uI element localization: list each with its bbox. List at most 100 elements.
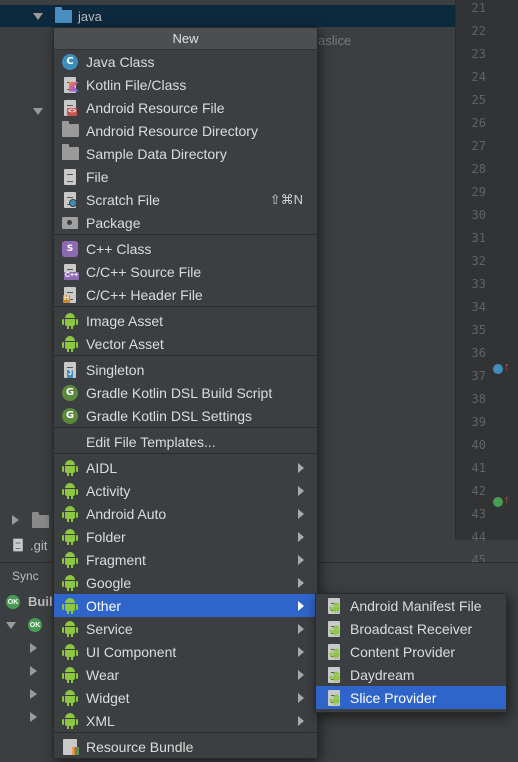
gradle-icon: G: [62, 407, 78, 424]
line-number: 35: [471, 323, 486, 337]
line-number: 33: [471, 277, 486, 291]
package-icon: [62, 216, 78, 229]
submenu-arrow-icon: [298, 463, 304, 473]
line-number: 41: [471, 461, 486, 475]
folder-icon: [32, 512, 49, 528]
menu-item-image-asset[interactable]: Image Asset: [54, 309, 317, 332]
tree-label-gitignore: .git: [30, 537, 48, 553]
android-icon: [62, 312, 78, 329]
menu-item-ui-component[interactable]: UI Component: [54, 640, 317, 663]
tree-row-java[interactable]: java: [0, 5, 455, 27]
submenu-item-daydream[interactable]: Daydream: [316, 663, 506, 686]
expand-arrow-icon[interactable]: [33, 12, 43, 20]
scratch-file-shortcut: ⇧⌘N: [269, 191, 303, 207]
new-menu-title: New: [54, 28, 317, 50]
menu-item-android-resource-directory[interactable]: Android Resource Directory: [54, 119, 317, 142]
implementation-marker-icon[interactable]: [493, 364, 503, 374]
expand-arrow-icon[interactable]: [6, 622, 16, 629]
menu-item-folder[interactable]: Folder: [54, 525, 317, 548]
menu-item-service[interactable]: Service: [54, 617, 317, 640]
menu-item-other[interactable]: Other: [54, 594, 317, 617]
menu-item-google[interactable]: Google: [54, 571, 317, 594]
line-number: 43: [471, 507, 486, 521]
submenu-item-content-provider[interactable]: Content Provider: [316, 640, 506, 663]
submenu-item-slice-provider[interactable]: Slice Provider: [316, 686, 506, 709]
java-class-icon: C: [62, 53, 78, 70]
line-number: 21: [471, 1, 486, 15]
menu-item-xml[interactable]: XML: [54, 709, 317, 732]
cpp-class-icon: S: [62, 240, 78, 257]
submenu-item-broadcast-receiver[interactable]: Broadcast Receiver: [316, 617, 506, 640]
menu-item-singleton[interactable]: J Singleton: [54, 358, 317, 381]
file-icon: [64, 168, 76, 185]
submenu-arrow-icon: [298, 555, 304, 565]
menu-item-android-resource-file[interactable]: <> Android Resource File: [54, 96, 317, 119]
menu-item-gradle-settings[interactable]: G Gradle Kotlin DSL Settings: [54, 404, 317, 427]
build-label: Buil: [28, 594, 53, 609]
source-folder-icon: [55, 6, 72, 23]
menu-item-fragment[interactable]: Fragment: [54, 548, 317, 571]
menu-item-vector-asset[interactable]: Vector Asset: [54, 332, 317, 355]
override-arrow-icon[interactable]: ↑: [504, 361, 510, 373]
override-arrow-icon[interactable]: ↑: [504, 494, 510, 506]
kotlin-logo-icon: [69, 81, 79, 92]
menu-item-aidl[interactable]: AIDL: [54, 456, 317, 479]
menu-item-activity[interactable]: Activity: [54, 479, 317, 502]
line-number: 30: [471, 208, 486, 222]
line-number: 28: [471, 162, 486, 176]
submenu-arrow-icon: [298, 647, 304, 657]
submenu-arrow-icon: [298, 693, 304, 703]
menu-item-edit-file-templates[interactable]: Edit File Templates...: [54, 430, 317, 453]
android-icon: [62, 597, 78, 614]
menu-item-scratch-file[interactable]: Scratch File ⇧⌘N: [54, 188, 317, 211]
collapse-arrow-icon[interactable]: [12, 515, 19, 525]
folder-icon: [61, 144, 79, 160]
submenu-arrow-icon: [298, 578, 304, 588]
menu-item-wear[interactable]: Wear: [54, 663, 317, 686]
resource-bundle-icon: [63, 738, 79, 755]
android-icon: [62, 643, 78, 660]
other-submenu: Android Manifest File Broadcast Receiver C…: [315, 593, 507, 713]
submenu-arrow-icon: [298, 486, 304, 496]
menu-item-file[interactable]: File: [54, 165, 317, 188]
line-number: 29: [471, 185, 486, 199]
submenu-arrow-icon: [298, 670, 304, 680]
android-icon: [62, 712, 78, 729]
line-number: 40: [471, 438, 486, 452]
menu-item-cpp-header-file[interactable]: H C/C++ Header File: [54, 283, 317, 306]
menu-item-sample-data-directory[interactable]: Sample Data Directory: [54, 142, 317, 165]
tree-ghost-text: aslice: [318, 33, 352, 48]
submenu-item-android-manifest-file[interactable]: Android Manifest File: [316, 594, 506, 617]
android-icon: [62, 689, 78, 706]
android-icon: [62, 482, 78, 499]
implementation-marker-icon[interactable]: [493, 497, 503, 507]
menu-item-package[interactable]: Package: [54, 211, 317, 234]
line-number: 27: [471, 139, 486, 153]
collapse-arrow-icon[interactable]: [30, 643, 37, 653]
line-number: 38: [471, 392, 486, 406]
folder-icon: [61, 121, 79, 137]
collapse-arrow-icon[interactable]: [30, 666, 37, 676]
new-menu: New C Java Class Kotlin File/Class <> An…: [53, 27, 318, 759]
collapse-arrow-icon[interactable]: [30, 689, 37, 699]
line-number: 37: [471, 369, 486, 383]
line-number: 26: [471, 116, 486, 130]
menu-item-resource-bundle[interactable]: Resource Bundle: [54, 735, 317, 758]
android-icon: [62, 459, 78, 476]
file-icon: [13, 538, 23, 552]
tab-sync[interactable]: Sync: [12, 569, 39, 583]
menu-item-gradle-build-script[interactable]: G Gradle Kotlin DSL Build Script: [54, 381, 317, 404]
menu-item-kotlin-file[interactable]: Kotlin File/Class: [54, 73, 317, 96]
build-ok-icon: OK: [28, 618, 42, 632]
tree-row-gitignore[interactable]: .git: [12, 534, 47, 556]
line-number: 34: [471, 300, 486, 314]
expand-arrow-icon[interactable]: [33, 108, 43, 115]
menu-item-java-class[interactable]: C Java Class: [54, 50, 317, 73]
menu-item-cpp-class[interactable]: S C++ Class: [54, 237, 317, 260]
menu-item-android-auto[interactable]: Android Auto: [54, 502, 317, 525]
android-icon: [62, 620, 78, 637]
line-number: 39: [471, 415, 486, 429]
collapse-arrow-icon[interactable]: [30, 712, 37, 722]
menu-item-cpp-source-file[interactable]: C++ C/C++ Source File: [54, 260, 317, 283]
menu-item-widget[interactable]: Widget: [54, 686, 317, 709]
